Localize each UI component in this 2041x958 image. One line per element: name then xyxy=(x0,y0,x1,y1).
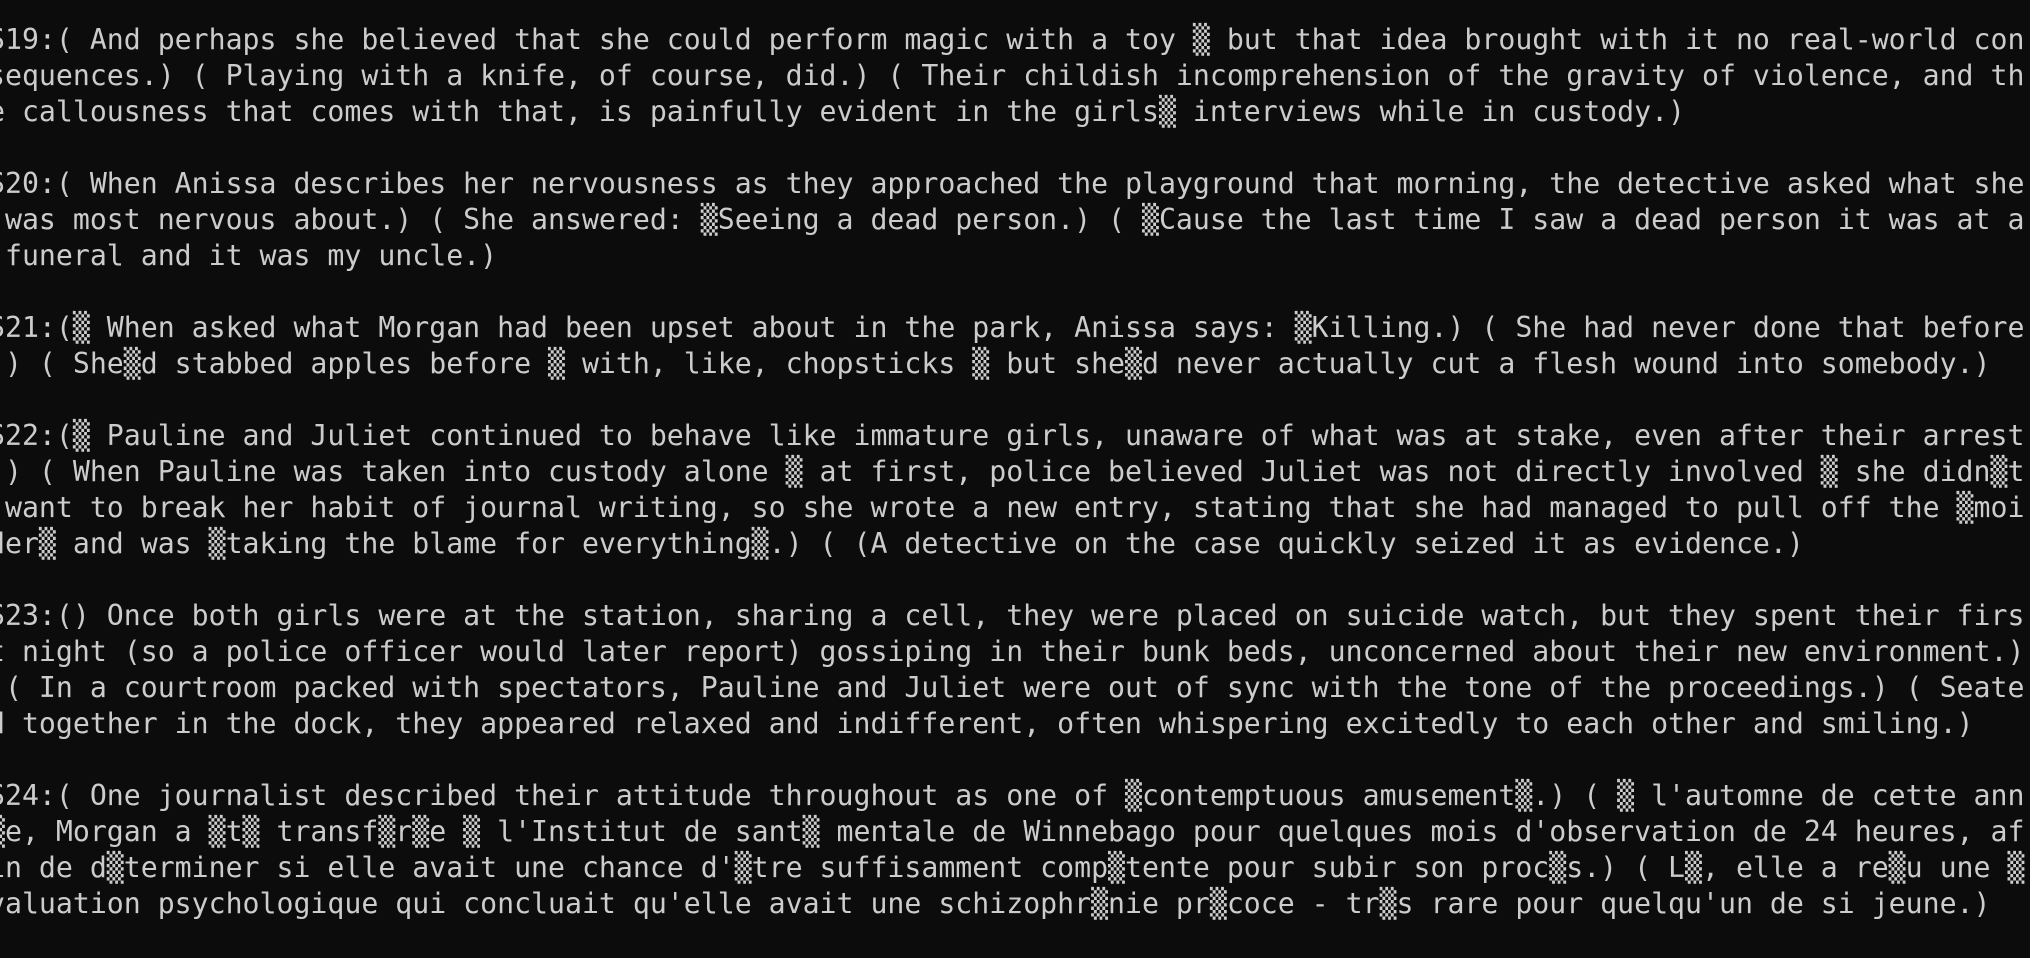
console-line-16 xyxy=(0,562,2030,598)
console-line-2: sequences.) ( Playing with a knife, of c… xyxy=(0,59,2025,92)
console-line-24: in de d▒terminer si elle avait une chanc… xyxy=(0,851,2025,884)
console-line-15: der▒ and was ▒taking the blame for every… xyxy=(0,527,1804,560)
console-line-8 xyxy=(0,274,2030,310)
console-line-19: ( In a courtroom packed with spectators,… xyxy=(0,671,2025,704)
console-line-22: S24:( One journalist described their att… xyxy=(0,779,2025,812)
console-line-9: S21:(▒ When asked what Morgan had been u… xyxy=(0,311,2025,344)
console-line-14: want to break her habit of journal writi… xyxy=(0,491,2025,524)
console-line-11 xyxy=(0,382,2030,418)
console-line-1: S19:( And perhaps she believed that she … xyxy=(0,23,2025,56)
console-line-10: .) ( She▒d stabbed apples before ▒ with,… xyxy=(0,347,1991,380)
console-line-4 xyxy=(0,130,2030,166)
console-line-6: was most nervous about.) ( She answered:… xyxy=(0,203,2025,236)
console-line-20: d together in the dock, they appeared re… xyxy=(0,707,1974,740)
console-line-21 xyxy=(0,742,2030,778)
console-line-3: e callousness that comes with that, is p… xyxy=(0,95,1686,128)
console-line-23: ▒e, Morgan a ▒t▒ transf▒r▒e ▒ l'Institut… xyxy=(0,815,2025,848)
console-line-18: t night (so a police officer would later… xyxy=(0,635,2025,668)
console-line-5: S20:( When Anissa describes her nervousn… xyxy=(0,167,2025,200)
console-output: S19:( And perhaps she believed that she … xyxy=(0,22,2030,922)
console-line-13: .) ( When Pauline was taken into custody… xyxy=(0,455,2025,488)
console-line-17: S23:() Once both girls were at the stati… xyxy=(0,599,2025,632)
console-line-25: valuation psychologique qui concluait qu… xyxy=(0,887,1991,920)
console-line-12: S22:(▒ Pauline and Juliet continued to b… xyxy=(0,419,2025,452)
vertical-scrollbar[interactable] xyxy=(2030,0,2041,958)
console-window[interactable]: S19:( And perhaps she believed that she … xyxy=(0,0,2030,958)
console-line-7: funeral and it was my uncle.) xyxy=(0,239,498,272)
